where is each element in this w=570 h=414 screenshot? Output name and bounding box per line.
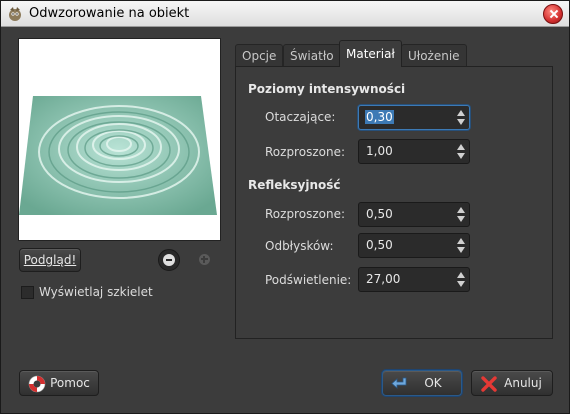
diffuse-spinbox[interactable]: 1,00: [358, 139, 470, 164]
tab-light[interactable]: Światło: [283, 44, 341, 66]
ambient-value: 0,30: [365, 110, 394, 124]
refl-diffuse-value: 0,50: [366, 207, 393, 221]
tab-material-label: Materiał: [346, 47, 395, 61]
zoom-out-icon: [163, 254, 175, 266]
preview-button-label: Podgląd!: [23, 253, 77, 267]
refl-diffuse-label: Rozproszone:: [265, 207, 345, 221]
specular-label: Odbłysków:: [265, 239, 334, 253]
window-title: Odwzorowanie na obiekt: [29, 6, 190, 21]
specular-spin-arrows-icon[interactable]: [455, 236, 467, 255]
highlight-spinbox[interactable]: 27,00: [358, 267, 470, 292]
highlight-spin-arrows-icon[interactable]: [455, 270, 467, 289]
gimp-app-icon: [9, 7, 21, 21]
wireframe-checkbox[interactable]: [21, 286, 34, 299]
tab-light-label: Światło: [290, 49, 334, 63]
cancel-button[interactable]: Anuluj: [471, 370, 553, 396]
refl-diffuse-spinbox[interactable]: 0,50: [358, 202, 470, 227]
zoom-in-icon: [199, 254, 210, 265]
ambient-spin-arrows-icon[interactable]: [455, 108, 467, 127]
enter-arrow-icon: [391, 377, 407, 389]
wireframe-checkbox-label: Wyświetlaj szkielet: [39, 285, 153, 299]
dialog-window: Odwzorowanie na obiekt Podgląd! Wyświetl…: [0, 0, 570, 414]
zoom-out-button[interactable]: [158, 249, 180, 271]
close-button[interactable]: [543, 4, 563, 24]
ambient-label: Otaczające:: [265, 110, 336, 124]
help-button[interactable]: Pomoc: [19, 370, 99, 396]
preview-area[interactable]: [18, 38, 221, 241]
ambient-spinbox[interactable]: 0,30: [358, 105, 470, 130]
refl-diffuse-spin-arrows-icon[interactable]: [455, 205, 467, 224]
water-texture-preview: [19, 96, 217, 215]
specular-spinbox[interactable]: 0,50: [358, 233, 470, 258]
tab-orientation[interactable]: Ułożenie: [401, 44, 467, 66]
tab-options-label: Opcje: [242, 49, 277, 63]
diffuse-label: Rozproszone:: [265, 145, 345, 159]
tab-orientation-label: Ułożenie: [408, 49, 460, 63]
title-bar[interactable]: Odwzorowanie na obiekt: [1, 1, 569, 27]
material-panel: Poziomy intensywności Otaczające: 0,30 R…: [235, 66, 553, 339]
tab-options[interactable]: Opcje: [235, 44, 284, 66]
highlight-label: Podświetlenie:: [265, 273, 352, 287]
lifebuoy-icon: [28, 375, 46, 393]
highlight-value: 27,00: [366, 272, 401, 286]
ok-button[interactable]: OK: [382, 370, 462, 396]
preview-button[interactable]: Podgląd!: [19, 248, 81, 272]
cancel-x-icon: [481, 376, 497, 392]
specular-value: 0,50: [366, 238, 393, 252]
cancel-button-label: Anuluj: [504, 376, 542, 390]
diffuse-spin-arrows-icon[interactable]: [455, 142, 467, 161]
help-button-label: Pomoc: [50, 376, 90, 390]
diffuse-value: 1,00: [366, 144, 393, 158]
intensity-levels-heading: Poziomy intensywności: [248, 82, 406, 96]
tab-material[interactable]: Materiał: [339, 40, 402, 67]
ok-button-label: OK: [424, 376, 442, 390]
zoom-in-button[interactable]: [194, 249, 216, 271]
reflectivity-heading: Refleksyjność: [248, 178, 341, 192]
